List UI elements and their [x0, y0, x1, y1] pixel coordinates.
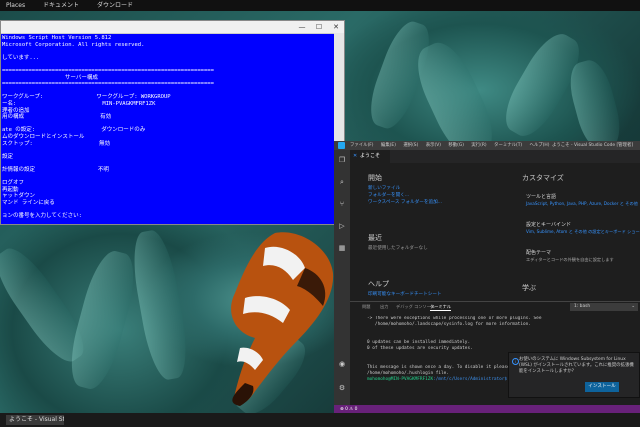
console-line: マンド ラインに戻る	[2, 199, 55, 206]
topbar-places[interactable]: Places	[6, 2, 25, 9]
keyboard-cheatsheet-link[interactable]: 印刷可能なキーボードチートシート	[368, 291, 442, 297]
color-theme-text[interactable]: エディターとコードの外観を自由に設定します	[526, 257, 614, 263]
run-debug-icon[interactable]: ▷	[338, 222, 346, 230]
menu-go[interactable]: 移動(G)	[448, 143, 464, 148]
customize-heading: カスタマイズ	[522, 174, 564, 182]
prompt-path: :/mnt/c/Users/Administrator$	[433, 376, 508, 382]
settings-gear-icon[interactable]: ⚙	[338, 384, 346, 392]
console-line: ワークグループ: ワークグループ: WORKGROUP	[2, 94, 171, 101]
menu-bar: ファイル(F) 編集(E) 選択(S) 表示(V) 移動(G) 実行(R) ター…	[350, 141, 555, 150]
console-line: 再起動	[2, 186, 19, 193]
menu-selection[interactable]: 選択(S)	[403, 143, 418, 148]
tab-welcome[interactable]: ✕ ようこそ	[350, 150, 390, 163]
console-line: スクトップ: 無効	[2, 140, 111, 147]
explorer-icon[interactable]: ❐	[338, 156, 346, 164]
extensions-icon[interactable]: ▦	[338, 244, 346, 252]
taskbar-item-vscode[interactable]: ようこそ - Visual St...	[6, 415, 64, 425]
new-file-link[interactable]: 新しいファイル	[368, 185, 400, 191]
chevron-down-icon: ⌄	[631, 304, 635, 309]
search-icon[interactable]: ⌕	[338, 178, 346, 186]
console-output: Windows Script Host Version 5.812 Microso…	[1, 35, 334, 224]
settings-keybindings-text[interactable]: Vim, Sublime, Atom と その他 の設定とキーボード ショー	[526, 229, 640, 235]
settings-keybindings-title[interactable]: 設定とキーバインド	[526, 221, 571, 228]
menu-edit[interactable]: 編集(E)	[381, 143, 396, 148]
console-line: Microsoft Corporation. All rights reserv…	[2, 41, 145, 48]
tools-languages-title[interactable]: ツールと言語	[526, 193, 556, 200]
help-heading: ヘルプ	[368, 280, 389, 288]
notification-text: お使いのシステムに Windows Subsystem for Linux (W…	[519, 357, 634, 374]
start-heading: 開始	[368, 174, 382, 182]
close-icon[interactable]: ✕	[328, 21, 344, 33]
console-line: ========================================…	[2, 67, 214, 74]
status-problems[interactable]: ⊗ 0 ⚠ 0	[340, 407, 357, 412]
welcome-page: 開始 新しいファイル フォルダーを開く... ワークスペース フォルダーを追加.…	[350, 163, 640, 309]
prompt-user: mohomoho@MIN-PVAGKMFRF1ZK	[367, 376, 434, 382]
panel-tab-terminal[interactable]: ターミナル	[430, 304, 451, 311]
console-line: サーバー構成	[2, 74, 98, 81]
console-titlebar[interactable]: — ☐ ✕	[1, 21, 344, 34]
console-line: 用の構成 有効	[2, 114, 112, 121]
topbar-downloads[interactable]: ダウンロード	[97, 2, 133, 9]
menu-view[interactable]: 表示(V)	[426, 143, 441, 148]
minimize-icon[interactable]: —	[294, 21, 310, 33]
window-title: ようこそ - Visual Studio Code [管理者]	[552, 143, 634, 148]
account-icon[interactable]: ◉	[338, 360, 346, 368]
console-line: ate の設定: ダウンロードのみ	[2, 127, 146, 134]
menu-terminal[interactable]: ターミナル(T)	[494, 143, 522, 148]
console-line: ========================================…	[2, 81, 214, 88]
vscode-logo-icon	[338, 142, 345, 149]
open-folder-link[interactable]: フォルダーを開く...	[368, 192, 409, 198]
terminal-select-value: 1: bash	[574, 304, 591, 309]
console-line: 設定	[2, 153, 14, 160]
terminal-select[interactable]: 1: bash ⌄	[570, 303, 638, 311]
top-bar: Places ドキュメント ダウンロード	[0, 0, 640, 11]
install-button[interactable]: インストール	[585, 382, 619, 392]
topbar-documents[interactable]: ドキュメント	[43, 2, 79, 9]
vscode-tab-icon: ✕	[353, 153, 358, 159]
add-workspace-folder-link[interactable]: ワークスペース フォルダーを追加...	[368, 199, 442, 205]
console-line: ムのダウンロードとインストール	[2, 133, 85, 140]
console-line: Windows Script Host Version 5.812	[2, 35, 112, 41]
wsl-notification: i お使いのシステムに Windows Subsystem for Linux …	[508, 352, 640, 398]
activity-bar: ❐ ⌕ ⑂ ▷ ▦ ◉ ⚙	[334, 150, 350, 405]
maximize-icon[interactable]: ☐	[311, 21, 327, 33]
info-icon: i	[512, 358, 519, 365]
vscode-titlebar[interactable]: ファイル(F) 編集(E) 選択(S) 表示(V) 移動(G) 実行(R) ター…	[334, 141, 640, 150]
tools-languages-text[interactable]: JavaScript, Python, Java, PHP, Azure, Do…	[526, 201, 638, 207]
clownfish-image	[231, 232, 334, 406]
color-theme-title[interactable]: 配色テーマ	[526, 249, 551, 256]
recent-heading: 最近	[368, 234, 382, 242]
panel-tab-output[interactable]: 出力	[380, 304, 388, 310]
console-line: ョンの番号を入力してください:	[2, 213, 82, 220]
menu-run[interactable]: 実行(R)	[471, 143, 486, 148]
editor-tabs: ✕ ようこそ	[350, 150, 640, 163]
recent-empty-text: 最近使用したフォルダーなし	[368, 246, 428, 251]
console-line: 計情報の設定 不明	[2, 166, 109, 173]
learn-heading: 学ぶ	[522, 284, 536, 292]
menu-file[interactable]: ファイル(F)	[350, 143, 374, 148]
source-control-icon[interactable]: ⑂	[338, 200, 346, 208]
console-line: しています...	[2, 54, 40, 61]
tab-welcome-label: ようこそ	[360, 153, 381, 159]
taskbar: ようこそ - Visual St...	[0, 413, 640, 427]
console-line: ログオフ	[2, 180, 25, 187]
panel-tab-problems[interactable]: 問題	[362, 304, 370, 310]
menu-help[interactable]: ヘルプ(H)	[530, 143, 550, 148]
console-line: ー名: MIN-PVAGKMFRF1ZK	[2, 100, 156, 107]
console-line: ャットダウン	[2, 193, 36, 200]
console-window[interactable]: — ☐ ✕ Windows Script Host Version 5.812 M…	[0, 20, 345, 225]
